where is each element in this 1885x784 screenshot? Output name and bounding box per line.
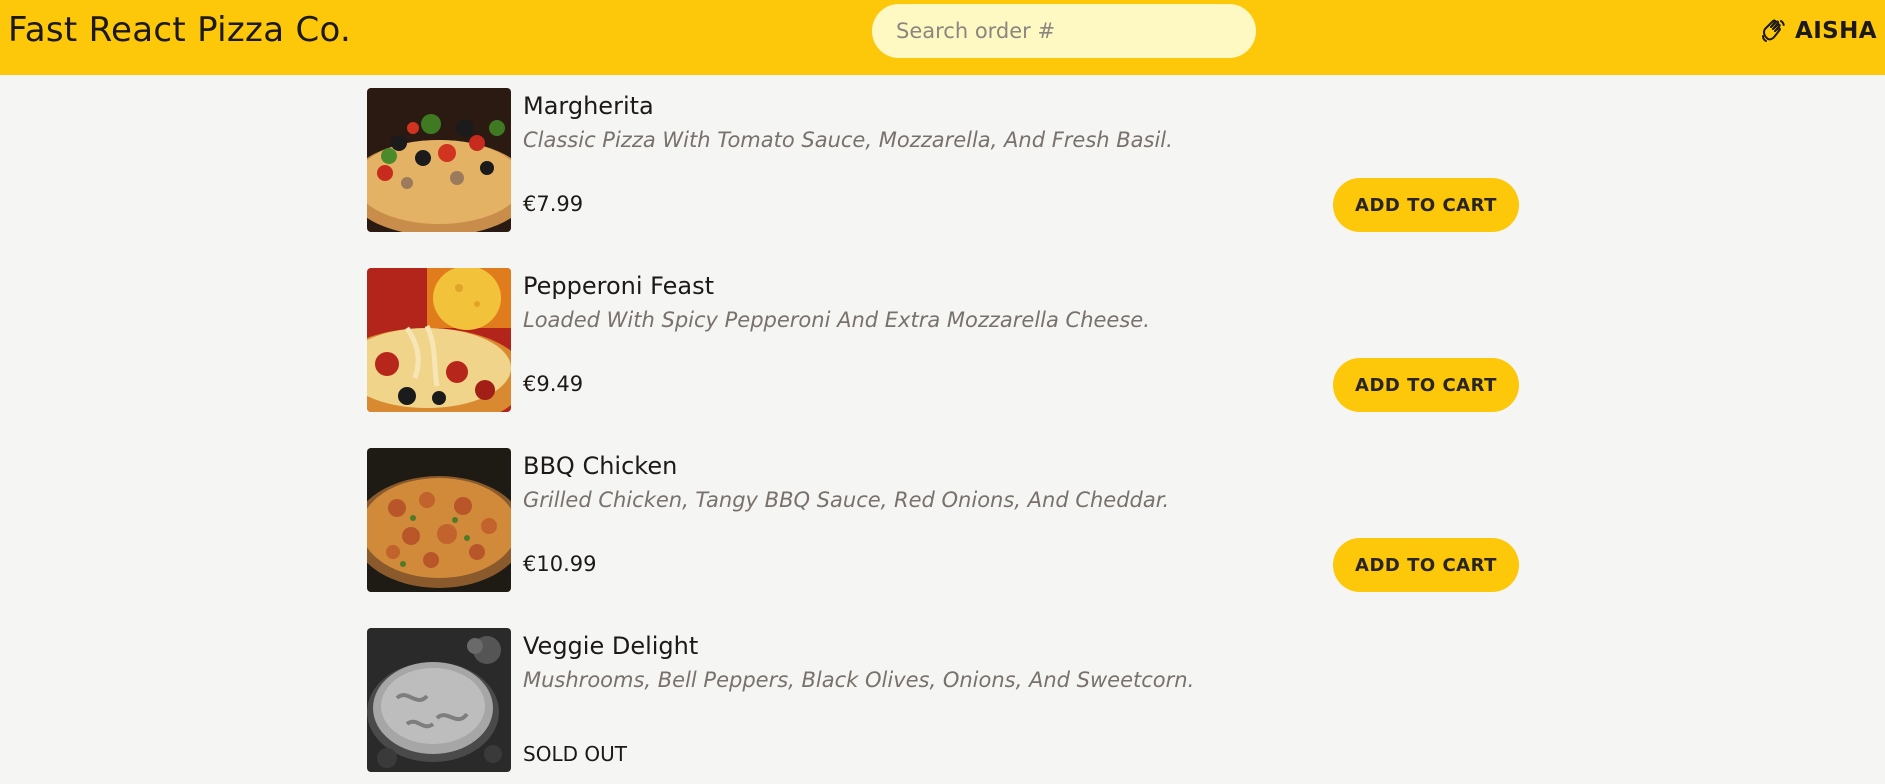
user-name: AISHA	[1795, 18, 1877, 44]
pizza-image	[367, 88, 511, 232]
pizza-image	[367, 448, 511, 592]
pizza-image-sold-out	[367, 628, 511, 772]
app-header: Fast React Pizza Co. AISHA	[0, 0, 1885, 75]
search-order-input[interactable]	[872, 4, 1256, 58]
pizza-description: Classic Pizza With Tomato Sauce, Mozzare…	[523, 128, 1173, 152]
pizza-name: Veggie Delight	[523, 632, 699, 660]
add-to-cart-button[interactable]: ADD TO CART	[1333, 178, 1519, 232]
waving-hand-icon	[1762, 19, 1785, 42]
add-to-cart-button[interactable]: ADD TO CART	[1333, 358, 1519, 412]
pizza-description: Loaded With Spicy Pepperoni And Extra Mo…	[523, 308, 1150, 332]
sold-out-label: SOLD OUT	[523, 742, 627, 766]
pizza-price: €7.99	[523, 192, 584, 216]
pizza-description: Mushrooms, Bell Peppers, Black Olives, O…	[523, 668, 1195, 692]
app-logo[interactable]: Fast React Pizza Co.	[8, 10, 351, 50]
pizza-name: Margherita	[523, 92, 654, 120]
pizza-menu-list: Margherita Classic Pizza With Tomato Sau…	[367, 88, 1519, 772]
pizza-price: €9.49	[523, 372, 584, 396]
add-to-cart-button[interactable]: ADD TO CART	[1333, 538, 1519, 592]
menu-item: BBQ Chicken Grilled Chicken, Tangy BBQ S…	[367, 448, 1519, 592]
pizza-image	[367, 268, 511, 412]
menu-item: Margherita Classic Pizza With Tomato Sau…	[367, 88, 1519, 232]
user-badge: AISHA	[1759, 16, 1877, 46]
pizza-name: Pepperoni Feast	[523, 272, 715, 300]
pizza-description: Grilled Chicken, Tangy BBQ Sauce, Red On…	[523, 488, 1170, 512]
pizza-name: BBQ Chicken	[523, 452, 678, 480]
menu-item: Pepperoni Feast Loaded With Spicy Pepper…	[367, 268, 1519, 412]
menu-item: Veggie Delight Mushrooms, Bell Peppers, …	[367, 628, 1519, 772]
pizza-price: €10.99	[523, 552, 597, 576]
